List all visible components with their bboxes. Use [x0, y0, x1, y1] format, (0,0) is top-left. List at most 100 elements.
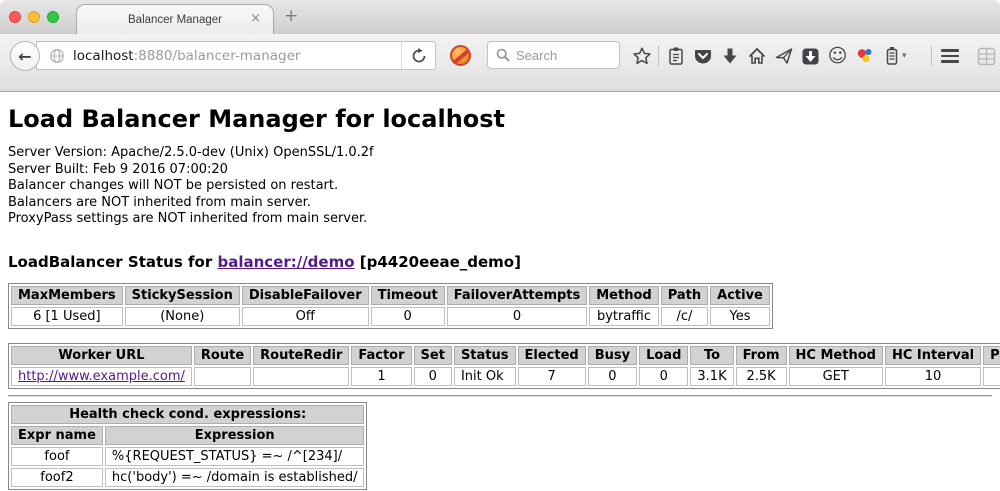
- cell-expr-name: foof2: [11, 468, 103, 487]
- downloads-icon[interactable]: [716, 43, 743, 69]
- table-header-row: Worker URL Route RouteRedir Factor Set S…: [11, 346, 1000, 365]
- inherit-note-line: Balancers are NOT inherited from main se…: [8, 195, 992, 212]
- video-download-box-icon[interactable]: [797, 43, 824, 69]
- minimize-window-button[interactable]: [28, 11, 40, 23]
- cell-from: 2.5K: [736, 367, 787, 386]
- cell-expression: %{REQUEST_STATUS} =~ /^[234]/: [105, 447, 365, 466]
- colored-dots-icon[interactable]: [851, 43, 878, 69]
- server-version-line: Server Version: Apache/2.5.0-dev (Unix) …: [8, 145, 992, 162]
- content-blocker-icon[interactable]: [450, 45, 471, 66]
- page-content: Load Balancer Manager for localhost Serv…: [0, 105, 1000, 491]
- col-factor: Factor: [351, 346, 411, 365]
- heading-suffix: [p4420eeae_demo]: [355, 253, 521, 271]
- search-box[interactable]: [487, 41, 620, 69]
- battery-icon[interactable]: [878, 43, 905, 69]
- cell-timeout: 0: [371, 307, 445, 326]
- toolbar-icons: ☺ ▾: [628, 41, 1000, 71]
- send-paper-plane-icon[interactable]: [770, 43, 797, 69]
- col-status: Status: [454, 346, 516, 365]
- tab-balancer-manager[interactable]: Balancer Manager ×: [76, 4, 274, 34]
- browser-window: Balancer Manager × + ← localhost:8880/ba…: [0, 0, 1000, 491]
- cell-passes: 1 (0): [983, 367, 1000, 386]
- persist-note-line: Balancer changes will NOT be persisted o…: [8, 178, 992, 195]
- section-divider: [8, 395, 992, 397]
- col-active: Active: [710, 286, 770, 305]
- table-row: 6 [1 Used] (None) Off 0 0 bytraffic /c/ …: [11, 307, 770, 326]
- col-from: From: [736, 346, 787, 365]
- loadbalancer-status-heading: LoadBalancer Status for balancer://demo …: [8, 253, 992, 271]
- cell-worker-url: http://www.example.com/: [11, 367, 192, 386]
- col-failoverattempts: FailoverAttempts: [447, 286, 588, 305]
- page-title: Load Balancer Manager for localhost: [8, 105, 992, 133]
- chevron-down-icon[interactable]: ▾: [902, 51, 907, 61]
- balancer-demo-link[interactable]: balancer://demo: [217, 253, 354, 271]
- tab-close-icon[interactable]: ×: [250, 12, 261, 26]
- balancer-summary-table: MaxMembers StickySession DisableFailover…: [8, 283, 773, 329]
- col-worker-url: Worker URL: [11, 346, 192, 365]
- url-path: :8880/balancer-manager: [134, 48, 301, 64]
- col-expression: Expression: [105, 426, 365, 445]
- search-input[interactable]: [516, 48, 606, 63]
- heading-prefix: LoadBalancer Status for: [8, 253, 217, 271]
- toolbar-divider: [658, 46, 659, 66]
- new-tab-button[interactable]: +: [284, 6, 298, 26]
- bookmark-star-icon[interactable]: [628, 43, 655, 69]
- titlebar: Balancer Manager × +: [0, 0, 1000, 34]
- smiley-icon[interactable]: ☺: [824, 43, 851, 69]
- menu-icon[interactable]: [941, 49, 959, 63]
- server-built-line: Server Built: Feb 9 2016 07:00:20: [8, 162, 992, 179]
- url-bar[interactable]: localhost:8880/balancer-manager: [36, 41, 436, 70]
- cell-stickysession: (None): [125, 307, 240, 326]
- health-table-title: Health check cond. expressions:: [11, 405, 364, 424]
- back-button[interactable]: ←: [10, 41, 40, 71]
- navigation-toolbar: ← localhost:8880/balancer-manager: [0, 34, 1000, 92]
- col-routeredir: RouteRedir: [253, 346, 349, 365]
- worker-row: http://www.example.com/ 1 0 Init Ok 7 0 …: [11, 367, 1000, 386]
- col-maxmembers: MaxMembers: [11, 286, 123, 305]
- zoom-window-button[interactable]: [47, 11, 59, 23]
- col-method: Method: [589, 286, 658, 305]
- cell-set: 0: [414, 367, 452, 386]
- table-header-row: MaxMembers StickySession DisableFailover…: [11, 286, 770, 305]
- pocket-icon[interactable]: [689, 43, 716, 69]
- clipboard-icon[interactable]: [662, 43, 689, 69]
- cell-status: Init Ok: [454, 367, 516, 386]
- col-hc-method: HC Method: [789, 346, 883, 365]
- col-set: Set: [414, 346, 452, 365]
- col-to: To: [690, 346, 733, 365]
- search-icon: [496, 48, 510, 62]
- col-path: Path: [661, 286, 708, 305]
- cell-routeredir: [253, 367, 349, 386]
- cell-path: /c/: [661, 307, 708, 326]
- col-timeout: Timeout: [371, 286, 445, 305]
- close-window-button[interactable]: [9, 11, 21, 23]
- tab-title: Balancer Manager: [128, 14, 222, 26]
- health-row: foof %{REQUEST_STATUS} =~ /^[234]/: [11, 447, 364, 466]
- col-hc-interval: HC Interval: [885, 346, 981, 365]
- col-busy: Busy: [588, 346, 637, 365]
- cell-load: 0: [639, 367, 688, 386]
- col-stickysession: StickySession: [125, 286, 240, 305]
- table-title-row: Health check cond. expressions:: [11, 405, 364, 424]
- cell-disablefailover: Off: [242, 307, 369, 326]
- health-row: foof2 hc('body') =~ /domain is establish…: [11, 468, 364, 487]
- cell-hc-method: GET: [789, 367, 883, 386]
- home-icon[interactable]: [743, 43, 770, 69]
- health-check-table: Health check cond. expressions: Expr nam…: [8, 402, 367, 490]
- cell-hc-interval: 10: [885, 367, 981, 386]
- tab-groups-icon[interactable]: [973, 43, 1000, 69]
- cell-maxmembers: 6 [1 Used]: [11, 307, 123, 326]
- cell-expression: hc('body') =~ /domain is established/: [105, 468, 365, 487]
- col-load: Load: [639, 346, 688, 365]
- toolbar-divider: [931, 46, 932, 66]
- reload-button[interactable]: [401, 42, 435, 69]
- cell-factor: 1: [351, 367, 411, 386]
- url-text[interactable]: localhost:8880/balancer-manager: [73, 48, 401, 64]
- cell-failoverattempts: 0: [447, 307, 588, 326]
- globe-icon: [49, 48, 65, 64]
- col-expr-name: Expr name: [11, 426, 103, 445]
- col-passes: Passes: [983, 346, 1000, 365]
- col-route: Route: [194, 346, 251, 365]
- worker-url-link[interactable]: http://www.example.com/: [18, 369, 185, 384]
- cell-method: bytraffic: [589, 307, 658, 326]
